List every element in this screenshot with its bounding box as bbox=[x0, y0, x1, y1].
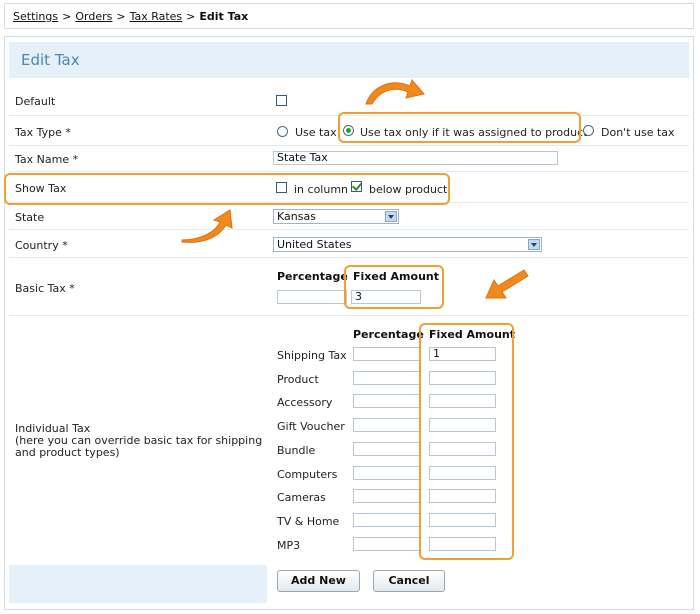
basic-tax-percentage-header: Percentage bbox=[277, 270, 348, 283]
highlight-individual-fixed-amount bbox=[419, 323, 514, 560]
individual-tax-row-label: Bundle bbox=[277, 443, 316, 457]
breadcrumb-current: Edit Tax bbox=[199, 10, 249, 23]
row-divider bbox=[9, 145, 689, 146]
state-select-value: Kansas bbox=[277, 210, 316, 223]
basic-tax-percentage-input[interactable] bbox=[277, 290, 347, 304]
country-select[interactable]: United States bbox=[273, 237, 542, 252]
breadcrumb-settings-link[interactable]: Settings bbox=[13, 10, 58, 23]
individual-tax-row-label: Computers bbox=[277, 467, 338, 481]
individual-tax-percentage-input[interactable] bbox=[353, 418, 421, 433]
individual-tax-percentage-input[interactable] bbox=[353, 347, 421, 361]
state-label: State bbox=[15, 211, 45, 224]
tax-type-option-use-tax: Use tax bbox=[295, 126, 337, 139]
annotation-arrow-icon bbox=[365, 79, 425, 105]
add-new-button[interactable]: Add New bbox=[277, 570, 360, 592]
row-divider bbox=[9, 171, 689, 172]
breadcrumb-separator: > bbox=[116, 10, 126, 23]
tax-type-label: Tax Type * bbox=[15, 126, 71, 139]
individual-tax-row-label: MP3 bbox=[277, 538, 301, 552]
individual-tax-percentage-input[interactable] bbox=[353, 394, 421, 409]
breadcrumb-bar: Settings > Orders > Tax Rates > Edit Tax bbox=[4, 3, 694, 29]
breadcrumb-separator: > bbox=[62, 10, 72, 23]
row-divider bbox=[9, 315, 689, 316]
individual-tax-percentage-input[interactable] bbox=[353, 489, 421, 504]
tax-type-option-dont-use: Don't use tax bbox=[601, 126, 675, 139]
row-divider bbox=[9, 229, 689, 230]
individual-tax-row-label: Cameras bbox=[277, 491, 326, 505]
individual-tax-percentage-input[interactable] bbox=[353, 512, 421, 527]
individual-tax-percentage-input[interactable] bbox=[353, 536, 421, 551]
page-title: Edit Tax bbox=[21, 51, 80, 69]
breadcrumb-orders-link[interactable]: Orders bbox=[75, 10, 112, 23]
tax-name-input[interactable]: State Tax bbox=[273, 151, 558, 165]
row-divider bbox=[9, 257, 689, 258]
tax-type-radio-use-tax[interactable] bbox=[277, 126, 288, 137]
highlight-show-tax-row bbox=[4, 173, 450, 205]
tax-name-label: Tax Name * bbox=[15, 153, 79, 166]
tax-type-radio-dont-use[interactable] bbox=[583, 125, 594, 136]
annotation-arrow-icon bbox=[181, 209, 233, 243]
individual-tax-percentage-input[interactable] bbox=[353, 370, 421, 385]
individual-tax-percentage-input[interactable] bbox=[353, 465, 421, 480]
individual-tax-row-label: Product bbox=[277, 372, 319, 386]
breadcrumb-separator: > bbox=[186, 10, 196, 23]
individual-tax-percentage-input[interactable] bbox=[353, 441, 421, 456]
individual-tax-row-label: Accessory bbox=[277, 396, 333, 410]
annotation-arrow-icon bbox=[485, 269, 529, 299]
individual-tax-row-label: Shipping Tax bbox=[277, 349, 347, 362]
individual-tax-row-label: Gift Voucher bbox=[277, 420, 345, 434]
highlight-basic-fixed-amount bbox=[344, 265, 444, 309]
panel-header: Edit Tax bbox=[9, 42, 689, 78]
breadcrumb-tax-rates-link[interactable]: Tax Rates bbox=[130, 10, 183, 23]
default-checkbox[interactable] bbox=[276, 95, 287, 106]
basic-tax-label: Basic Tax * bbox=[15, 282, 75, 295]
individual-tax-label: Individual Tax (here you can override ba… bbox=[15, 423, 262, 459]
cancel-button[interactable]: Cancel bbox=[373, 570, 445, 592]
chevron-down-icon bbox=[528, 239, 540, 250]
individual-tax-percentage-header: Percentage bbox=[353, 328, 424, 341]
chevron-down-icon bbox=[385, 211, 397, 222]
state-select[interactable]: Kansas bbox=[273, 209, 399, 224]
individual-tax-row-label: TV & Home bbox=[277, 514, 340, 528]
highlight-tax-type-option bbox=[338, 112, 581, 143]
breadcrumb: Settings > Orders > Tax Rates > Edit Tax bbox=[13, 10, 248, 23]
individual-tax-label-line: and product types) bbox=[15, 446, 120, 459]
country-select-value: United States bbox=[277, 238, 352, 251]
country-label: Country * bbox=[15, 239, 68, 252]
default-label: Default bbox=[15, 95, 56, 108]
